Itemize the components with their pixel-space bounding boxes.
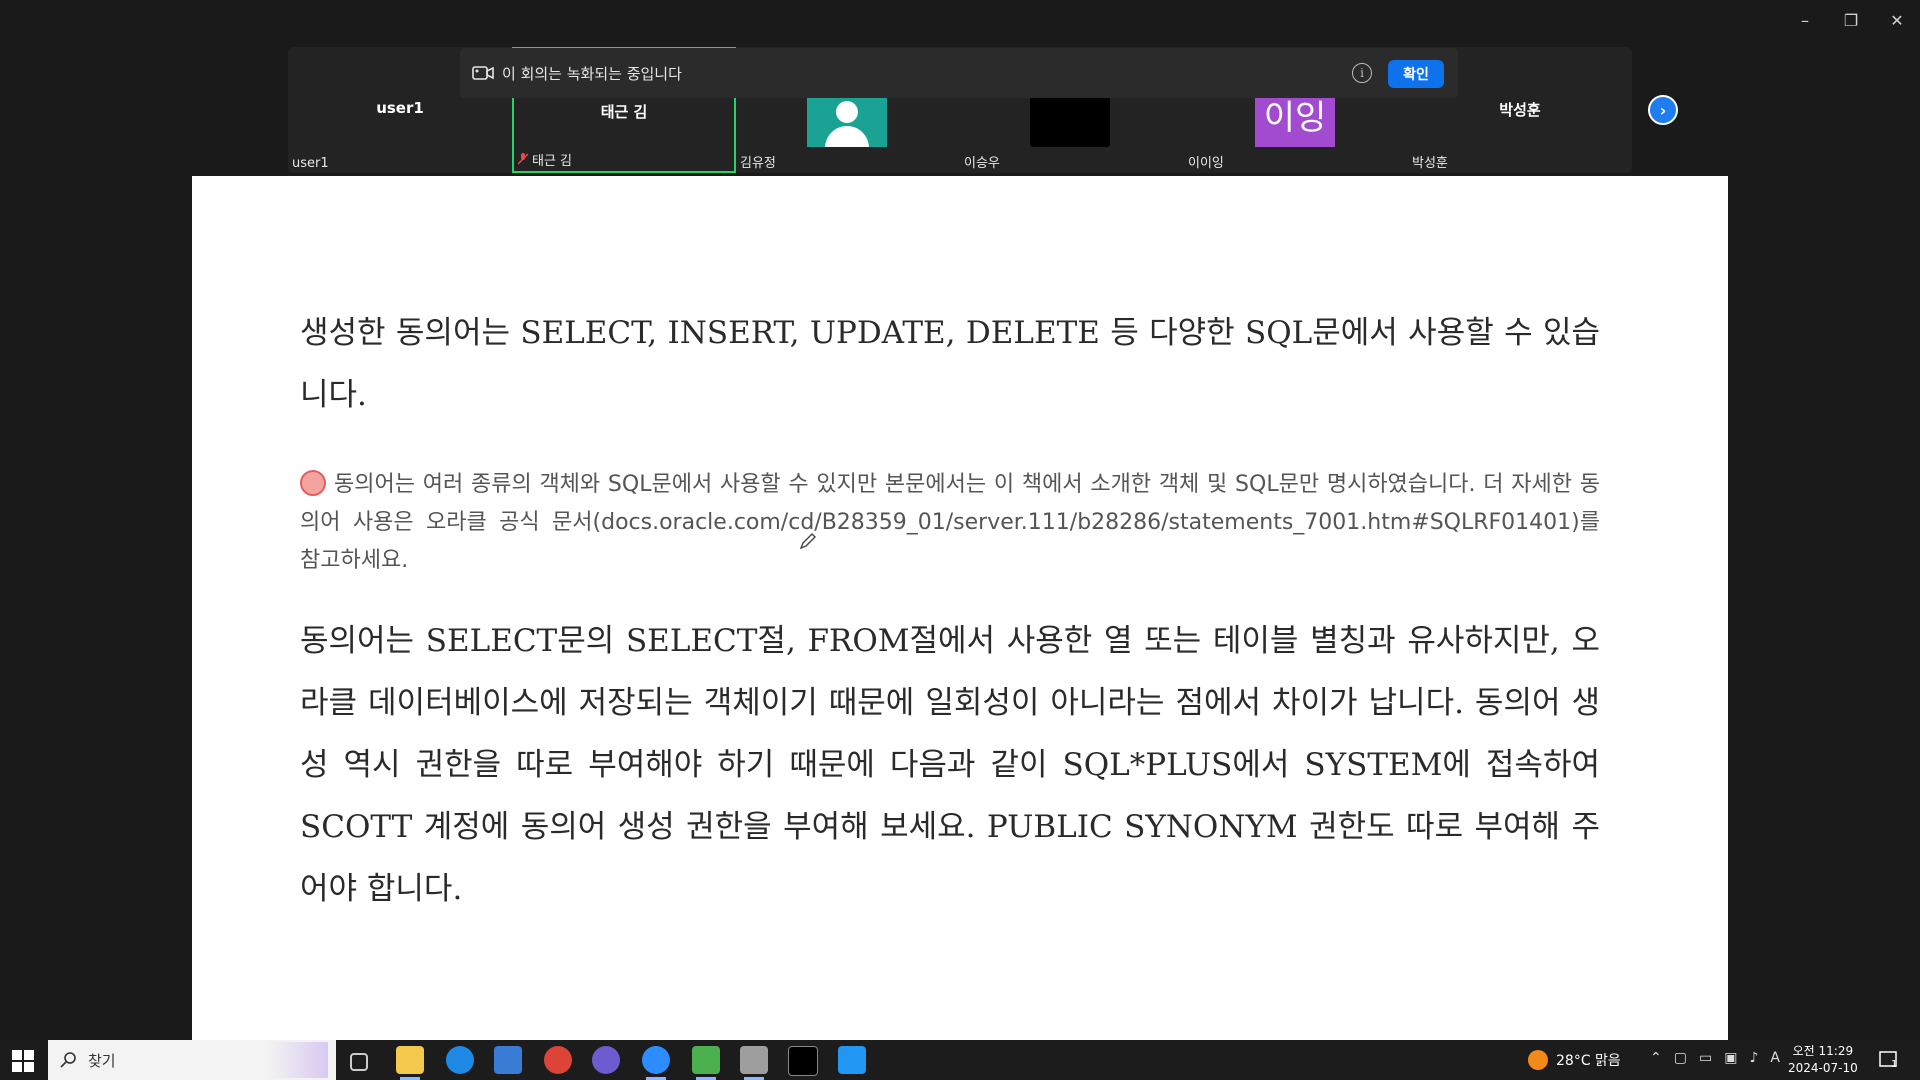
display-icon[interactable]: ▭ xyxy=(1699,1050,1712,1066)
window-controls: – ❐ ✕ xyxy=(1782,0,1920,40)
recording-camera-icon xyxy=(472,66,494,80)
edge-icon[interactable] xyxy=(446,1046,474,1074)
chevron-up-icon[interactable]: ⌃ xyxy=(1650,1050,1662,1066)
document-paragraph-2: 동의어는 SELECT문의 SELECT절, FROM절에서 사용한 열 또는 … xyxy=(300,623,1600,907)
participant-display-name: user1 xyxy=(376,99,424,117)
system-tray: ⌃ ▢ ▭ ▣ ♪ A xyxy=(1650,1050,1780,1066)
search-icon xyxy=(60,1052,76,1068)
muted-mic-icon xyxy=(517,153,529,169)
taskbar-search[interactable]: 찾기 xyxy=(48,1040,336,1080)
participant-name-label: user1 xyxy=(292,156,329,171)
search-highlight-image xyxy=(268,1042,328,1078)
store-icon[interactable] xyxy=(494,1046,522,1074)
recording-banner-text: 이 회의는 녹화되는 중입니다 xyxy=(502,64,682,83)
confirm-button[interactable]: 확인 xyxy=(1388,60,1444,88)
discord-icon[interactable] xyxy=(592,1046,620,1074)
onedrive-icon[interactable]: ▢ xyxy=(1674,1050,1687,1066)
restore-button[interactable]: ❐ xyxy=(1828,0,1874,40)
person-icon xyxy=(807,97,887,147)
participant-display-name: 박성훈 xyxy=(1499,101,1541,119)
windows-start-icon[interactable] xyxy=(12,1050,34,1072)
close-button[interactable]: ✕ xyxy=(1874,0,1920,40)
info-icon[interactable]: i xyxy=(1352,63,1372,83)
note-face-icon xyxy=(300,470,326,496)
notepad-icon[interactable] xyxy=(740,1046,768,1074)
zoom-icon[interactable] xyxy=(642,1046,670,1074)
network-icon[interactable]: ▣ xyxy=(1724,1050,1737,1066)
video-thumbnail xyxy=(1030,97,1110,147)
minimize-button[interactable]: – xyxy=(1782,0,1828,40)
volume-icon[interactable]: ♪ xyxy=(1749,1050,1758,1066)
participant-name-label: 박성훈 xyxy=(1412,156,1448,171)
search-label: 찾기 xyxy=(88,1051,116,1070)
shared-screen-document: 생성한 동의어는 SELECT, INSERT, UPDATE, DELETE … xyxy=(192,176,1728,1040)
notification-icon[interactable]: 1 xyxy=(1878,1049,1900,1071)
participant-name-label: 이승우 xyxy=(964,156,1000,171)
weather-sun-icon xyxy=(1528,1050,1548,1070)
chrome-icon[interactable] xyxy=(544,1046,572,1074)
document-note-text: 동의어는 여러 종류의 객체와 SQL문에서 사용할 수 있지만 본문에서는 이… xyxy=(300,472,1600,573)
participant-name-label: 김유정 xyxy=(740,156,776,171)
next-page-arrow-icon[interactable]: › xyxy=(1648,95,1678,125)
clock-date: 2024-07-10 xyxy=(1788,1061,1858,1075)
media-app-icon[interactable] xyxy=(692,1046,720,1074)
clock[interactable]: 오전 11:29 2024-07-10 xyxy=(1788,1043,1858,1077)
participant-name-label: 태근 김 xyxy=(517,150,572,169)
clock-time: 오전 11:29 xyxy=(1792,1044,1854,1058)
recording-banner: 이 회의는 녹화되는 중입니다 i 확인 xyxy=(460,48,1458,98)
document-paragraph-1: 생성한 동의어는 SELECT, INSERT, UPDATE, DELETE … xyxy=(300,315,1600,413)
photos-icon[interactable] xyxy=(838,1046,866,1074)
weather-widget[interactable]: 28°C 맑음 xyxy=(1528,1040,1621,1080)
notification-count: 1 xyxy=(1891,1059,1898,1070)
taskbar: 찾기 28°C 맑음 ⌃ ▢ ▭ ▣ ♪ A 오전 11:29 2024-07-… xyxy=(0,1040,1920,1080)
participant-name-label: 이이잉 xyxy=(1188,156,1224,171)
document-note: 동의어는 여러 종류의 객체와 SQL문에서 사용할 수 있지만 본문에서는 이… xyxy=(300,466,1600,580)
weather-text: 28°C 맑음 xyxy=(1556,1053,1621,1069)
terminal-icon[interactable] xyxy=(788,1046,818,1076)
participant-display-name: 태근 김 xyxy=(600,103,648,121)
ime-indicator[interactable]: A xyxy=(1770,1050,1780,1066)
file-explorer-icon[interactable] xyxy=(396,1046,424,1074)
avatar: 이잉 xyxy=(1255,97,1335,147)
task-view-icon[interactable] xyxy=(350,1053,368,1071)
